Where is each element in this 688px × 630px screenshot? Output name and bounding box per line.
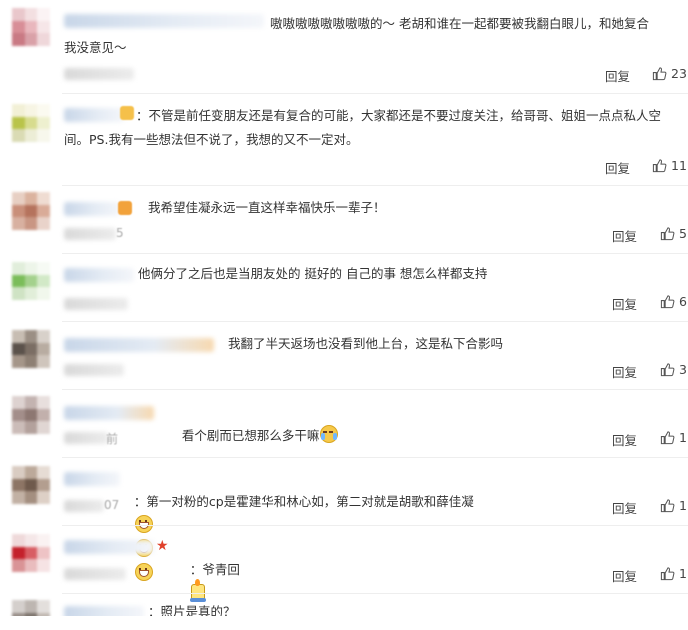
username[interactable] — [64, 540, 154, 554]
like-button[interactable]: 3 — [660, 362, 687, 377]
avatar[interactable] — [12, 8, 50, 46]
timestamp — [64, 228, 116, 240]
timestamp — [64, 364, 124, 376]
username[interactable] — [64, 268, 134, 282]
avatar[interactable] — [12, 104, 50, 142]
like-count: 5 — [679, 226, 687, 241]
thumbs-up-icon — [660, 363, 675, 377]
username[interactable] — [64, 14, 264, 28]
comment-text-continued: 我没意见～ — [64, 40, 127, 55]
like-count: 6 — [679, 294, 687, 309]
comment-text-body: ：第一对粉的cp是霍建华和林心如，第二对就是胡歌和薛佳凝 — [133, 494, 474, 509]
comment-item: 我翻了半天返场也没看到他上台，这是私下合影吗 回复 3 — [0, 322, 688, 390]
comment-item: 他俩分了之后也是当朋友处的 挺好的 自己的事 想怎么样都支持 回复 6 — [0, 254, 688, 322]
comment-text: ：不管是前任变朋友还是有复合的可能，大家都还是不要过度关注，给哥哥、姐姐一点点私… — [136, 108, 662, 123]
like-button[interactable]: 23 — [652, 66, 687, 81]
star-badge-icon: ★ — [156, 538, 169, 554]
like-count: 23 — [671, 66, 687, 81]
comment-text-body: 看个剧而已想那么多干嘛 — [181, 428, 320, 443]
comment-item: ：第一对粉的cp是霍建华和林心如，第二对就是胡歌和薛佳凝 07 回复 1 — [0, 458, 688, 581]
user-badge — [120, 106, 134, 120]
laugh-cry-emoji-icon — [320, 425, 339, 443]
comment-item: ：不管是前任变朋友还是有复合的可能，大家都还是不要过度关注，给哥哥、姐姐一点点私… — [0, 94, 688, 186]
timestamp-fragment: 07 — [104, 498, 120, 512]
like-button[interactable]: 11 — [652, 158, 687, 173]
timestamp — [64, 68, 134, 80]
like-count: 1 — [679, 566, 687, 581]
reply-button[interactable]: 回复 — [605, 158, 630, 177]
avatar[interactable] — [12, 396, 50, 434]
like-count: 1 — [679, 498, 687, 513]
comment-item: ：照片是真的？ — [0, 594, 688, 616]
timestamp — [64, 432, 108, 444]
username[interactable] — [64, 472, 120, 486]
comment-text: 他俩分了之后也是当朋友处的 挺好的 自己的事 想怎么样都支持 — [138, 266, 488, 281]
avatar[interactable] — [12, 600, 50, 616]
reply-button[interactable]: 回复 — [612, 430, 637, 449]
reply-button[interactable]: 回复 — [612, 566, 637, 585]
reply-button[interactable]: 回复 — [612, 226, 637, 245]
timestamp — [64, 298, 128, 310]
comment-text: ：照片是真的？ — [148, 604, 236, 616]
avatar[interactable] — [12, 466, 50, 504]
timestamp — [64, 568, 126, 580]
username[interactable] — [64, 338, 214, 352]
like-count: 11 — [671, 158, 687, 173]
timestamp-fragment: 5 — [116, 226, 124, 240]
thumbs-up-icon — [660, 295, 675, 309]
comment-item: 我希望佳凝永远一直这样幸福快乐一辈子！ 5 回复 5 — [0, 186, 688, 254]
reply-button[interactable]: 回复 — [612, 498, 637, 517]
avatar[interactable] — [12, 534, 50, 572]
username[interactable] — [64, 202, 120, 216]
like-count: 3 — [679, 362, 687, 377]
comment-text-continued: 间。PS.我有一些想法但不说了，我想的又不一定对。 — [64, 132, 359, 147]
comment-text: 我翻了半天返场也没看到他上台，这是私下合影吗 — [228, 336, 504, 351]
like-button[interactable]: 6 — [660, 294, 687, 309]
like-button[interactable]: 1 — [660, 430, 687, 445]
comment-text-body: ：爷青回 — [189, 562, 240, 577]
comment-item: 看个剧而已想那么多干嘛 前 回复 1 — [0, 390, 688, 458]
timestamp-fragment: 前 — [106, 432, 119, 446]
comment-text: 我希望佳凝永远一直这样幸福快乐一辈子！ — [148, 200, 386, 215]
thumbs-up-icon — [660, 431, 675, 445]
reply-button[interactable]: 回复 — [612, 362, 637, 381]
like-count: 1 — [679, 430, 687, 445]
username[interactable] — [64, 606, 144, 616]
avatar[interactable] — [12, 262, 50, 300]
comment-item: ★ ：爷青回 回复 1 — [0, 526, 688, 602]
comment-item: 嗷嗷嗷嗷嗷嗷嗷嗷的～ 老胡和谁在一起都要被我翻白眼儿，和她复合 我没意见～ 回复… — [0, 0, 688, 94]
reply-button[interactable]: 回复 — [605, 66, 630, 85]
reply-button[interactable]: 回复 — [612, 294, 637, 313]
like-button[interactable]: 1 — [660, 566, 687, 581]
username[interactable] — [64, 108, 124, 122]
thumbs-up-icon — [660, 567, 675, 581]
avatar[interactable] — [12, 192, 50, 230]
comment-text: 嗷嗷嗷嗷嗷嗷嗷嗷的～ 老胡和谁在一起都要被我翻白眼儿，和她复合 — [270, 16, 649, 31]
username[interactable] — [64, 406, 154, 420]
thumbs-up-icon — [660, 499, 675, 513]
thumbs-up-icon — [660, 227, 675, 241]
like-button[interactable]: 1 — [660, 498, 687, 513]
avatar[interactable] — [12, 330, 50, 368]
timestamp — [64, 500, 104, 512]
like-button[interactable]: 5 — [660, 226, 687, 241]
thumbs-up-icon — [652, 159, 667, 173]
user-badge — [118, 201, 132, 215]
thumbs-up-icon — [652, 67, 667, 81]
